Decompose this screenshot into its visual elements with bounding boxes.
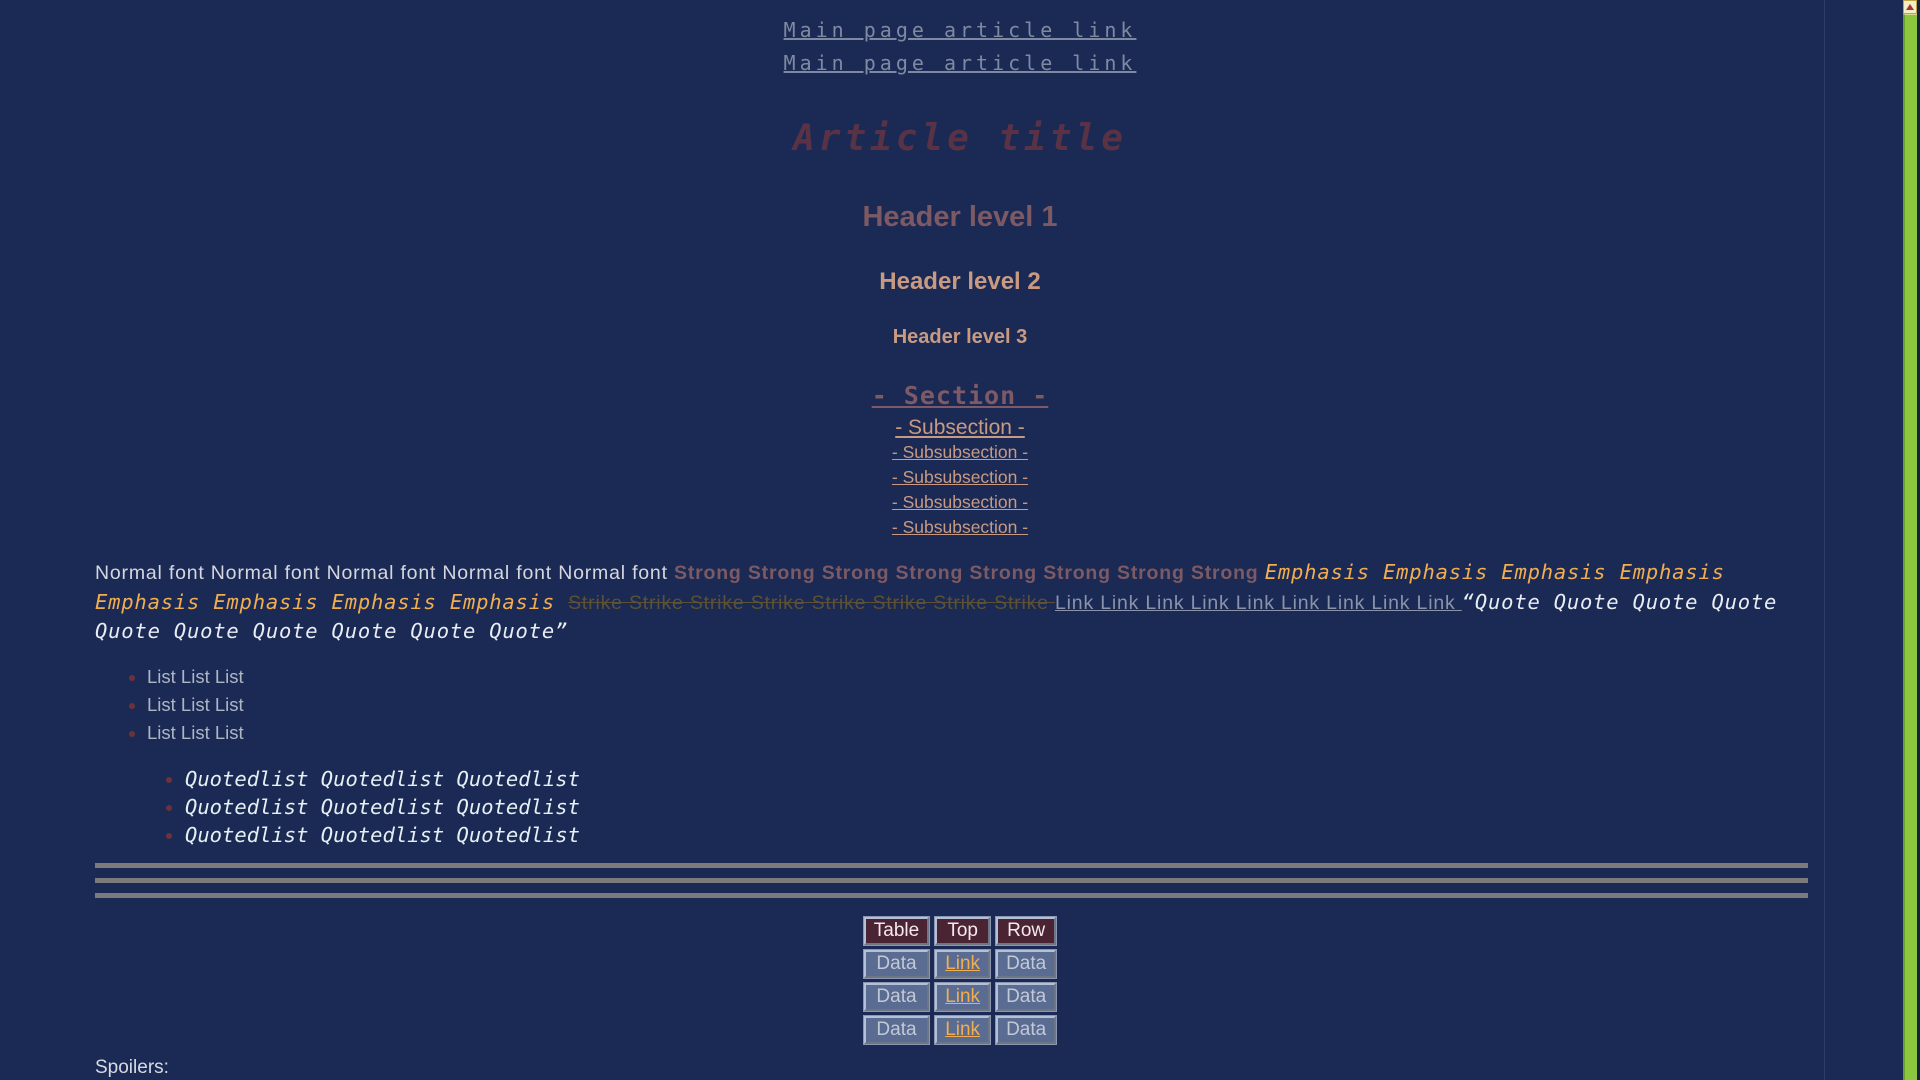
table-link-cell: Link <box>935 950 990 978</box>
table-data-cell: Data <box>996 983 1056 1011</box>
table-data-cell: Data <box>864 983 929 1011</box>
main-page-link-1[interactable]: Main page article link <box>95 14 1825 47</box>
quoted-list-item: Quotedlist Quotedlist Quotedlist <box>185 821 1825 849</box>
table-data-cell: Data <box>864 950 929 978</box>
main-page-link-2[interactable]: Main page article link <box>95 47 1825 80</box>
subsubsection-link-4[interactable]: - Subsubsection - <box>95 515 1825 540</box>
content-right-border <box>1824 0 1825 1080</box>
scroll-up-button[interactable] <box>1903 0 1917 14</box>
table-header-cell: Row <box>996 917 1056 945</box>
list-item: List List List <box>147 663 1825 691</box>
top-navigation: Main page article link Main page article… <box>95 0 1825 80</box>
strong-text: Strong Strong Strong Strong Strong Stron… <box>674 562 1265 584</box>
quoted-list-item: Quotedlist Quotedlist Quotedlist <box>185 765 1825 793</box>
table-link[interactable]: Link <box>945 986 980 1007</box>
table-row: Data Link Data <box>864 1016 1056 1044</box>
table-data-cell: Data <box>996 950 1056 978</box>
quoted-list-item: Quotedlist Quotedlist Quotedlist <box>185 793 1825 821</box>
table-link-cell: Link <box>935 983 990 1011</box>
table-header-cell: Top <box>935 917 990 945</box>
normal-font-text: Normal font Normal font Normal font Norm… <box>95 562 674 584</box>
bullet-list: List List List List List List List List … <box>95 663 1825 747</box>
font-demo-paragraph: Normal font Normal font Normal font Norm… <box>95 558 1795 647</box>
header-level-1: Header level 1 <box>95 201 1825 234</box>
table-header-cell: Table <box>864 917 929 945</box>
list-item: List List List <box>147 719 1825 747</box>
scroll-up-arrow-icon <box>1906 4 1914 10</box>
horizontal-rule <box>95 893 1808 898</box>
scrollbar[interactable] <box>1903 0 1917 1080</box>
table-header-row: Table Top Row <box>864 917 1056 945</box>
table-link-cell: Link <box>935 1016 990 1044</box>
subsubsection-link-1[interactable]: - Subsubsection - <box>95 440 1825 465</box>
demo-table: Table Top Row Data Link Data Data Link D… <box>858 912 1062 1049</box>
page-content: Main page article link Main page article… <box>0 0 1920 1079</box>
scrollbar-track[interactable] <box>1903 14 1917 1080</box>
horizontal-rules <box>95 863 1825 898</box>
table-link[interactable]: Link <box>945 1019 980 1040</box>
header-level-2: Header level 2 <box>95 268 1825 296</box>
horizontal-rule <box>95 878 1808 883</box>
section-navigation: - Section - - Subsection - - Subsubsecti… <box>95 381 1825 540</box>
table-data-cell: Data <box>864 1016 929 1044</box>
subsubsection-link-2[interactable]: - Subsubsection - <box>95 465 1825 490</box>
table-data-cell: Data <box>996 1016 1056 1044</box>
table-link[interactable]: Link <box>945 953 980 974</box>
list-item: List List List <box>147 691 1825 719</box>
subsection-link[interactable]: - Subsection - <box>95 415 1825 440</box>
article-title: Article title <box>95 118 1825 159</box>
spoilers-label: Spoilers: <box>95 1057 1825 1079</box>
quoted-list: Quotedlist Quotedlist Quotedlist Quotedl… <box>95 765 1825 849</box>
table-row: Data Link Data <box>864 983 1056 1011</box>
subsubsection-link-3[interactable]: - Subsubsection - <box>95 490 1825 515</box>
strikethrough-text: Strike Strike Strike Strike Strike Strik… <box>568 592 1055 614</box>
header-level-3: Header level 3 <box>95 326 1825 349</box>
horizontal-rule <box>95 863 1808 868</box>
inline-link-text[interactable]: Link Link Link Link Link Link Link Link … <box>1055 592 1462 614</box>
section-link[interactable]: - Section - <box>872 381 1049 411</box>
table-row: Data Link Data <box>864 950 1056 978</box>
